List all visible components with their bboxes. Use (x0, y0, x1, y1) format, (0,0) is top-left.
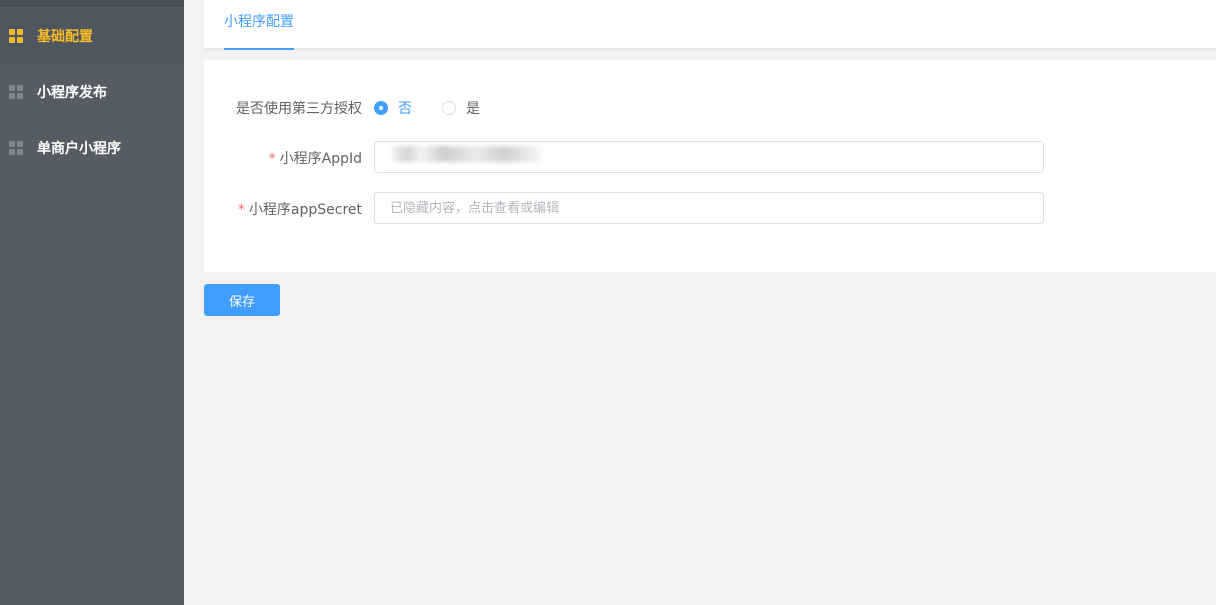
tab-miniprogram-config[interactable]: 小程序配置 (224, 0, 294, 50)
sidebar-top-strip (0, 0, 184, 7)
appid-label-text: 小程序AppId (279, 151, 362, 167)
config-form: 是否使用第三方授权 否 是 * 小程序AppId * 小程序appSecret (204, 60, 1216, 272)
tab-label: 小程序配置 (224, 14, 294, 30)
sidebar-item-label: 小程序发布 (37, 85, 107, 101)
third-party-auth-label-text: 是否使用第三方授权 (236, 101, 362, 117)
appid-input[interactable] (374, 141, 1044, 173)
required-mark: * (268, 151, 276, 167)
sidebar-item-single-merchant-miniprogram[interactable]: 单商户小程序 (0, 120, 184, 176)
radio-label: 否 (398, 101, 412, 117)
save-button[interactable]: 保存 (204, 284, 280, 316)
radio-no[interactable]: 否 (374, 98, 412, 118)
third-party-auth-label: 是否使用第三方授权 (236, 98, 362, 118)
sidebar-item-label: 单商户小程序 (37, 141, 121, 157)
appsecret-input[interactable] (374, 192, 1044, 224)
sidebar-item-label: 基础配置 (37, 29, 93, 45)
appsecret-label: * 小程序appSecret (238, 199, 362, 219)
grid-icon (9, 141, 23, 155)
radio-circle-checked (374, 101, 388, 115)
sidebar-item-miniprogram-publish[interactable]: 小程序发布 (0, 64, 184, 120)
tabs-bar: 小程序配置 (204, 0, 1216, 50)
grid-icon (9, 29, 23, 43)
appid-label: * 小程序AppId (269, 148, 362, 168)
radio-yes[interactable]: 是 (442, 98, 480, 118)
sidebar: 基础配置 小程序发布 单商户小程序 (0, 0, 184, 605)
radio-circle (442, 101, 456, 115)
tab-active-indicator (224, 48, 294, 50)
appsecret-label-text: 小程序appSecret (248, 202, 362, 218)
required-mark: * (237, 202, 245, 218)
grid-icon (9, 85, 23, 99)
radio-label: 是 (466, 101, 480, 117)
sidebar-item-basic-config[interactable]: 基础配置 (0, 8, 184, 64)
